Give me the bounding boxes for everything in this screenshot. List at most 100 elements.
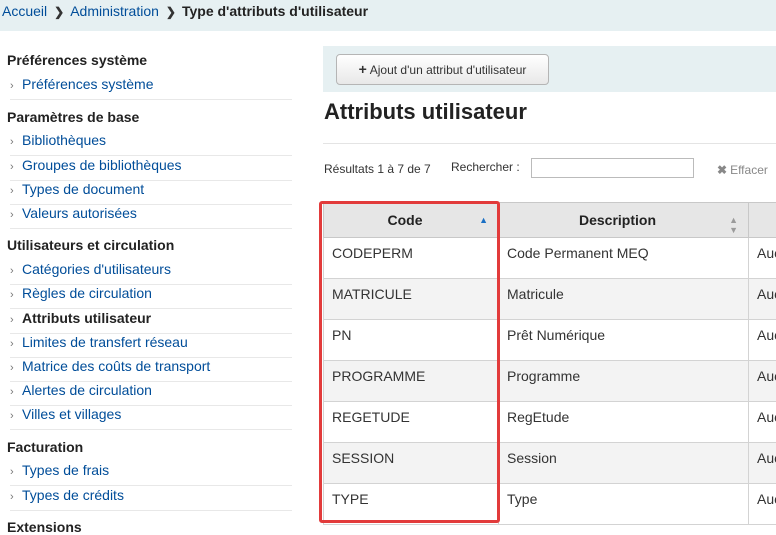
column-header-label: Description	[579, 212, 656, 228]
attributes-table: Code ▲ Description ▲▼ CODEPERM Code Perman…	[323, 202, 776, 525]
sidebar-item-label: Attributs utilisateur	[22, 310, 151, 326]
sort-both-icon: ▲▼	[729, 215, 738, 235]
clear-filter-label: Effacer	[730, 163, 768, 177]
page-title: Attributs utilisateur	[324, 99, 527, 125]
table-row: CODEPERM Code Permanent MEQ Auc	[324, 238, 776, 279]
sidebar-item-groupes-bibliotheques[interactable]: › Groupes de bibliothèques	[10, 157, 292, 181]
chevron-right-icon: ›	[10, 338, 14, 350]
table-row: PROGRAMME Programme Auc	[324, 361, 776, 402]
sidebar-item-label: Types de crédits	[22, 487, 124, 503]
sidebar-item-label: Préférences système	[22, 76, 154, 92]
sidebar-item-label: Catégories d'utilisateurs	[22, 261, 171, 277]
sidebar-item-label: Règles de circulation	[22, 285, 152, 301]
cell-actions[interactable]: Auc	[749, 320, 776, 361]
cell-actions[interactable]: Auc	[749, 484, 776, 525]
cell-description: Type	[499, 484, 749, 525]
sidebar-item-label: Villes et villages	[22, 406, 121, 422]
cell-actions[interactable]: Auc	[749, 238, 776, 279]
sidebar-item-label: Limites de transfert réseau	[22, 334, 188, 350]
cell-description: Code Permanent MEQ	[499, 238, 749, 279]
cell-code: TYPE	[324, 484, 499, 525]
cell-description: Programme	[499, 361, 749, 402]
breadcrumb-admin-link[interactable]: Administration	[70, 3, 159, 19]
divider	[323, 143, 776, 144]
chevron-right-icon: ›	[10, 265, 14, 277]
table-row: TYPE Type Auc	[324, 484, 776, 525]
cell-description: RegEtude	[499, 402, 749, 443]
sidebar-item-types-credits[interactable]: › Types de crédits	[10, 487, 292, 511]
sidebar-item-label: Groupes de bibliothèques	[22, 157, 182, 173]
chevron-right-icon: ›	[10, 136, 14, 148]
cell-code: PN	[324, 320, 499, 361]
table-header-row: Code ▲ Description ▲▼	[324, 203, 776, 238]
sidebar-item-label: Valeurs autorisées	[22, 205, 137, 221]
chevron-right-icon: ›	[10, 362, 14, 374]
sidebar-item-limites-transfert[interactable]: › Limites de transfert réseau	[10, 334, 292, 358]
chevron-right-icon: ›	[10, 386, 14, 398]
chevron-right-icon: ›	[10, 209, 14, 221]
toolbar: +Ajout d'un attribut d'utilisateur	[323, 46, 776, 92]
cell-actions[interactable]: Auc	[749, 279, 776, 320]
sidebar-item-villes-villages[interactable]: › Villes et villages	[10, 406, 292, 430]
cell-description: Matricule	[499, 279, 749, 320]
search-input[interactable]	[531, 158, 694, 178]
sidebar-item-matrice-couts[interactable]: › Matrice des coûts de transport	[10, 358, 292, 382]
sidebar-item-label: Types de document	[22, 181, 144, 197]
table-row: MATRICULE Matricule Auc	[324, 279, 776, 320]
plus-icon: +	[359, 61, 367, 77]
sidebar-item-types-frais[interactable]: › Types de frais	[10, 462, 292, 486]
chevron-right-icon: ›	[10, 289, 14, 301]
results-info: Résultats 1 à 7 de 7	[324, 162, 431, 176]
cell-description: Prêt Numérique	[499, 320, 749, 361]
column-header-description[interactable]: Description ▲▼	[499, 203, 749, 238]
sidebar-item-bibliotheques[interactable]: › Bibliothèques	[10, 132, 292, 156]
sidebar-item-regles-circulation[interactable]: › Règles de circulation	[10, 285, 292, 309]
chevron-right-icon: ❯	[54, 5, 64, 19]
cell-code: PROGRAMME	[324, 361, 499, 402]
cell-code: MATRICULE	[324, 279, 499, 320]
sidebar-item-label: Bibliothèques	[22, 132, 106, 148]
column-header-actions[interactable]	[749, 203, 776, 238]
sort-asc-icon: ▲	[479, 215, 488, 225]
search-label: Rechercher :	[451, 160, 520, 174]
cell-code: SESSION	[324, 443, 499, 484]
sidebar-section-title: Préférences système	[7, 52, 147, 68]
sidebar-item-types-document[interactable]: ›Types de document	[10, 181, 292, 205]
cell-code: REGETUDE	[324, 402, 499, 443]
add-attribute-button[interactable]: +Ajout d'un attribut d'utilisateur	[336, 54, 549, 85]
sidebar-item-valeurs-autorisees[interactable]: › Valeurs autorisées	[10, 205, 292, 229]
chevron-right-icon: ›	[10, 410, 14, 422]
clear-filter-button[interactable]: ✖Effacer	[717, 163, 768, 177]
sidebar-section-title: Paramètres de base	[7, 109, 139, 125]
cell-actions[interactable]: Auc	[749, 402, 776, 443]
chevron-right-icon: ›	[10, 80, 14, 92]
sidebar-item-label: Types de frais	[22, 462, 109, 478]
chevron-right-icon: ›	[10, 314, 14, 326]
sidebar-item-preferences-systeme[interactable]: › Préférences système	[10, 76, 292, 100]
attributes-table-wrapper: Code ▲ Description ▲▼ CODEPERM Code Perman…	[323, 202, 776, 525]
cell-actions[interactable]: Auc	[749, 443, 776, 484]
breadcrumb-home-link[interactable]: Accueil	[2, 3, 47, 19]
column-header-label: Code	[388, 212, 423, 228]
table-row: SESSION Session Auc	[324, 443, 776, 484]
breadcrumb: Accueil ❯ Administration ❯ Type d'attributs …	[0, 0, 776, 31]
breadcrumb-current: Type d'attributs d'utilisateur	[182, 3, 368, 19]
chevron-right-icon: ›	[10, 466, 14, 478]
cell-actions[interactable]: Auc	[749, 361, 776, 402]
sidebar-section-title: Utilisateurs et circulation	[7, 237, 174, 253]
sidebar-item-attributs-utilisateur[interactable]: › Attributs utilisateur	[10, 310, 292, 334]
sidebar-item-alertes-circulation[interactable]: › Alertes de circulation	[10, 382, 292, 406]
chevron-right-icon: ❯	[166, 5, 176, 19]
sidebar-item-categories-utilisateurs[interactable]: › Catégories d'utilisateurs	[10, 261, 292, 285]
chevron-right-icon: ›	[10, 491, 14, 503]
sidebar-item-label: Alertes de circulation	[22, 382, 152, 398]
cell-code: CODEPERM	[324, 238, 499, 279]
close-icon: ✖	[717, 163, 727, 177]
sidebar-section-title: Facturation	[7, 439, 83, 455]
add-attribute-label: Ajout d'un attribut d'utilisateur	[370, 63, 527, 77]
chevron-right-icon: ›	[10, 161, 14, 173]
sidebar-item-label: Matrice des coûts de transport	[22, 358, 210, 374]
table-row: REGETUDE RegEtude Auc	[324, 402, 776, 443]
column-header-code[interactable]: Code ▲	[324, 203, 499, 238]
cell-description: Session	[499, 443, 749, 484]
